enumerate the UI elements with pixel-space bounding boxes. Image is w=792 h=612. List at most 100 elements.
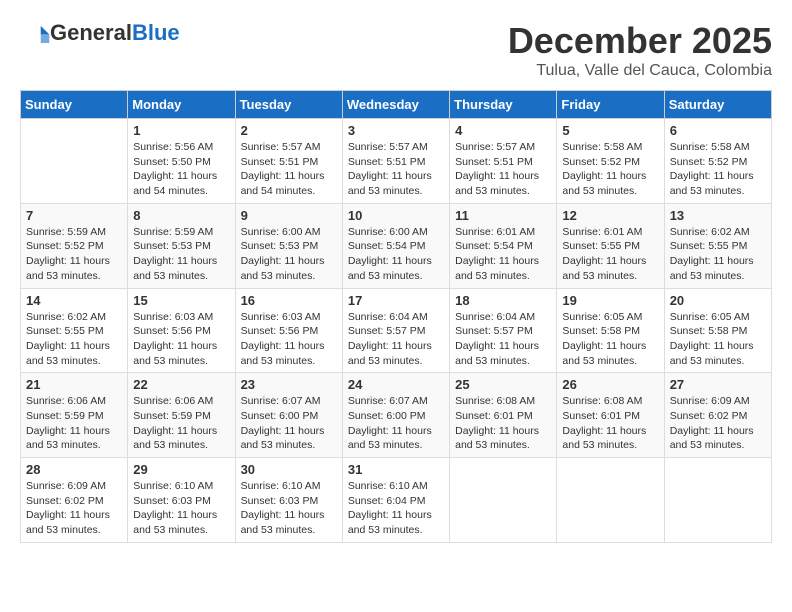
day-number: 8	[133, 208, 229, 223]
day-number: 15	[133, 293, 229, 308]
day-info: Sunrise: 6:08 AM Sunset: 6:01 PM Dayligh…	[455, 394, 551, 453]
calendar-cell: 20 Sunrise: 6:05 AM Sunset: 5:58 PM Dayli…	[664, 288, 771, 373]
calendar-cell: 21 Sunrise: 6:06 AM Sunset: 5:59 PM Dayli…	[21, 373, 128, 458]
calendar-cell: 31 Sunrise: 6:10 AM Sunset: 6:04 PM Dayli…	[342, 458, 449, 543]
calendar-cell: 7Sunrise: 5:59 AM Sunset: 5:52 PM Daylig…	[21, 203, 128, 288]
header-sunday: Sunday	[21, 91, 128, 119]
calendar-cell: 6 Sunrise: 5:58 AM Sunset: 5:52 PM Daylig…	[664, 119, 771, 204]
day-number: 23	[241, 377, 337, 392]
calendar-cell: 30 Sunrise: 6:10 AM Sunset: 6:03 PM Dayli…	[235, 458, 342, 543]
calendar-cell: 24 Sunrise: 6:07 AM Sunset: 6:00 PM Dayli…	[342, 373, 449, 458]
location-title: Tulua, Valle del Cauca, Colombia	[508, 62, 772, 80]
day-info: Sunrise: 6:10 AM Sunset: 6:04 PM Dayligh…	[348, 479, 444, 538]
day-info: Sunrise: 6:01 AM Sunset: 5:55 PM Dayligh…	[562, 225, 658, 284]
day-info: Sunrise: 6:07 AM Sunset: 6:00 PM Dayligh…	[241, 394, 337, 453]
day-number: 28	[26, 462, 122, 477]
day-number: 11	[455, 208, 551, 223]
day-info: Sunrise: 6:06 AM Sunset: 5:59 PM Dayligh…	[26, 394, 122, 453]
day-info: Sunrise: 6:09 AM Sunset: 6:02 PM Dayligh…	[26, 479, 122, 538]
calendar-cell: 26 Sunrise: 6:08 AM Sunset: 6:01 PM Dayli…	[557, 373, 664, 458]
calendar-cell: 22 Sunrise: 6:06 AM Sunset: 5:59 PM Dayli…	[128, 373, 235, 458]
day-number: 18	[455, 293, 551, 308]
calendar-table: Sunday Monday Tuesday Wednesday Thursday…	[20, 90, 772, 543]
calendar-cell: 10 Sunrise: 6:00 AM Sunset: 5:54 PM Dayli…	[342, 203, 449, 288]
calendar-cell: 15 Sunrise: 6:03 AM Sunset: 5:56 PM Dayli…	[128, 288, 235, 373]
day-number: 3	[348, 123, 444, 138]
logo-blue: Blue	[132, 20, 180, 46]
calendar-cell: 1 Sunrise: 5:56 AM Sunset: 5:50 PM Daylig…	[128, 119, 235, 204]
calendar-cell	[557, 458, 664, 543]
calendar-week-3: 14 Sunrise: 6:02 AM Sunset: 5:55 PM Dayli…	[21, 288, 772, 373]
day-info: Sunrise: 6:05 AM Sunset: 5:58 PM Dayligh…	[670, 310, 766, 369]
day-number: 12	[562, 208, 658, 223]
day-info: Sunrise: 6:07 AM Sunset: 6:00 PM Dayligh…	[348, 394, 444, 453]
header-tuesday: Tuesday	[235, 91, 342, 119]
day-info: Sunrise: 6:09 AM Sunset: 6:02 PM Dayligh…	[670, 394, 766, 453]
calendar-cell: 23 Sunrise: 6:07 AM Sunset: 6:00 PM Dayli…	[235, 373, 342, 458]
calendar-cell: 17Sunrise: 6:04 AM Sunset: 5:57 PM Dayli…	[342, 288, 449, 373]
day-number: 5	[562, 123, 658, 138]
calendar-cell	[664, 458, 771, 543]
calendar-week-4: 21 Sunrise: 6:06 AM Sunset: 5:59 PM Dayli…	[21, 373, 772, 458]
header-wednesday: Wednesday	[342, 91, 449, 119]
logo-general: General	[50, 20, 132, 46]
day-info: Sunrise: 6:05 AM Sunset: 5:58 PM Dayligh…	[562, 310, 658, 369]
day-number: 2	[241, 123, 337, 138]
day-info: Sunrise: 6:02 AM Sunset: 5:55 PM Dayligh…	[26, 310, 122, 369]
header-thursday: Thursday	[450, 91, 557, 119]
day-info: Sunrise: 6:10 AM Sunset: 6:03 PM Dayligh…	[241, 479, 337, 538]
day-number: 21	[26, 377, 122, 392]
day-info: Sunrise: 5:59 AM Sunset: 5:52 PM Dayligh…	[26, 225, 122, 284]
day-number: 10	[348, 208, 444, 223]
calendar-cell: 13Sunrise: 6:02 AM Sunset: 5:55 PM Dayli…	[664, 203, 771, 288]
day-number: 22	[133, 377, 229, 392]
logo: General Blue	[20, 20, 180, 46]
day-info: Sunrise: 6:04 AM Sunset: 5:57 PM Dayligh…	[455, 310, 551, 369]
day-info: Sunrise: 6:04 AM Sunset: 5:57 PM Dayligh…	[348, 310, 444, 369]
calendar-cell: 14 Sunrise: 6:02 AM Sunset: 5:55 PM Dayli…	[21, 288, 128, 373]
page-header: General Blue December 2025 Tulua, Valle …	[20, 20, 772, 80]
day-number: 26	[562, 377, 658, 392]
calendar-cell: 2 Sunrise: 5:57 AM Sunset: 5:51 PM Daylig…	[235, 119, 342, 204]
day-number: 1	[133, 123, 229, 138]
day-number: 4	[455, 123, 551, 138]
logo-icon	[20, 23, 50, 43]
day-number: 14	[26, 293, 122, 308]
day-number: 30	[241, 462, 337, 477]
calendar-cell: 27Sunrise: 6:09 AM Sunset: 6:02 PM Dayli…	[664, 373, 771, 458]
day-number: 24	[348, 377, 444, 392]
header-saturday: Saturday	[664, 91, 771, 119]
day-info: Sunrise: 6:00 AM Sunset: 5:53 PM Dayligh…	[241, 225, 337, 284]
calendar-cell: 28 Sunrise: 6:09 AM Sunset: 6:02 PM Dayli…	[21, 458, 128, 543]
day-number: 9	[241, 208, 337, 223]
calendar-cell	[450, 458, 557, 543]
day-info: Sunrise: 6:01 AM Sunset: 5:54 PM Dayligh…	[455, 225, 551, 284]
calendar-week-5: 28 Sunrise: 6:09 AM Sunset: 6:02 PM Dayli…	[21, 458, 772, 543]
day-number: 19	[562, 293, 658, 308]
day-info: Sunrise: 5:57 AM Sunset: 5:51 PM Dayligh…	[241, 140, 337, 199]
day-info: Sunrise: 5:59 AM Sunset: 5:53 PM Dayligh…	[133, 225, 229, 284]
day-info: Sunrise: 6:03 AM Sunset: 5:56 PM Dayligh…	[133, 310, 229, 369]
day-number: 6	[670, 123, 766, 138]
day-number: 13	[670, 208, 766, 223]
day-info: Sunrise: 6:00 AM Sunset: 5:54 PM Dayligh…	[348, 225, 444, 284]
day-number: 31	[348, 462, 444, 477]
day-info: Sunrise: 6:08 AM Sunset: 6:01 PM Dayligh…	[562, 394, 658, 453]
day-number: 25	[455, 377, 551, 392]
day-info: Sunrise: 5:57 AM Sunset: 5:51 PM Dayligh…	[455, 140, 551, 199]
calendar-cell: 12 Sunrise: 6:01 AM Sunset: 5:55 PM Dayli…	[557, 203, 664, 288]
header-friday: Friday	[557, 91, 664, 119]
calendar-week-1: 1 Sunrise: 5:56 AM Sunset: 5:50 PM Daylig…	[21, 119, 772, 204]
day-number: 16	[241, 293, 337, 308]
month-title: December 2025	[508, 20, 772, 62]
day-info: Sunrise: 6:06 AM Sunset: 5:59 PM Dayligh…	[133, 394, 229, 453]
calendar-cell: 11 Sunrise: 6:01 AM Sunset: 5:54 PM Dayli…	[450, 203, 557, 288]
calendar-cell: 9 Sunrise: 6:00 AM Sunset: 5:53 PM Daylig…	[235, 203, 342, 288]
calendar-cell: 4 Sunrise: 5:57 AM Sunset: 5:51 PM Daylig…	[450, 119, 557, 204]
day-number: 20	[670, 293, 766, 308]
day-info: Sunrise: 5:56 AM Sunset: 5:50 PM Dayligh…	[133, 140, 229, 199]
calendar-week-2: 7Sunrise: 5:59 AM Sunset: 5:52 PM Daylig…	[21, 203, 772, 288]
day-info: Sunrise: 5:58 AM Sunset: 5:52 PM Dayligh…	[670, 140, 766, 199]
day-info: Sunrise: 5:58 AM Sunset: 5:52 PM Dayligh…	[562, 140, 658, 199]
calendar-cell: 29Sunrise: 6:10 AM Sunset: 6:03 PM Dayli…	[128, 458, 235, 543]
